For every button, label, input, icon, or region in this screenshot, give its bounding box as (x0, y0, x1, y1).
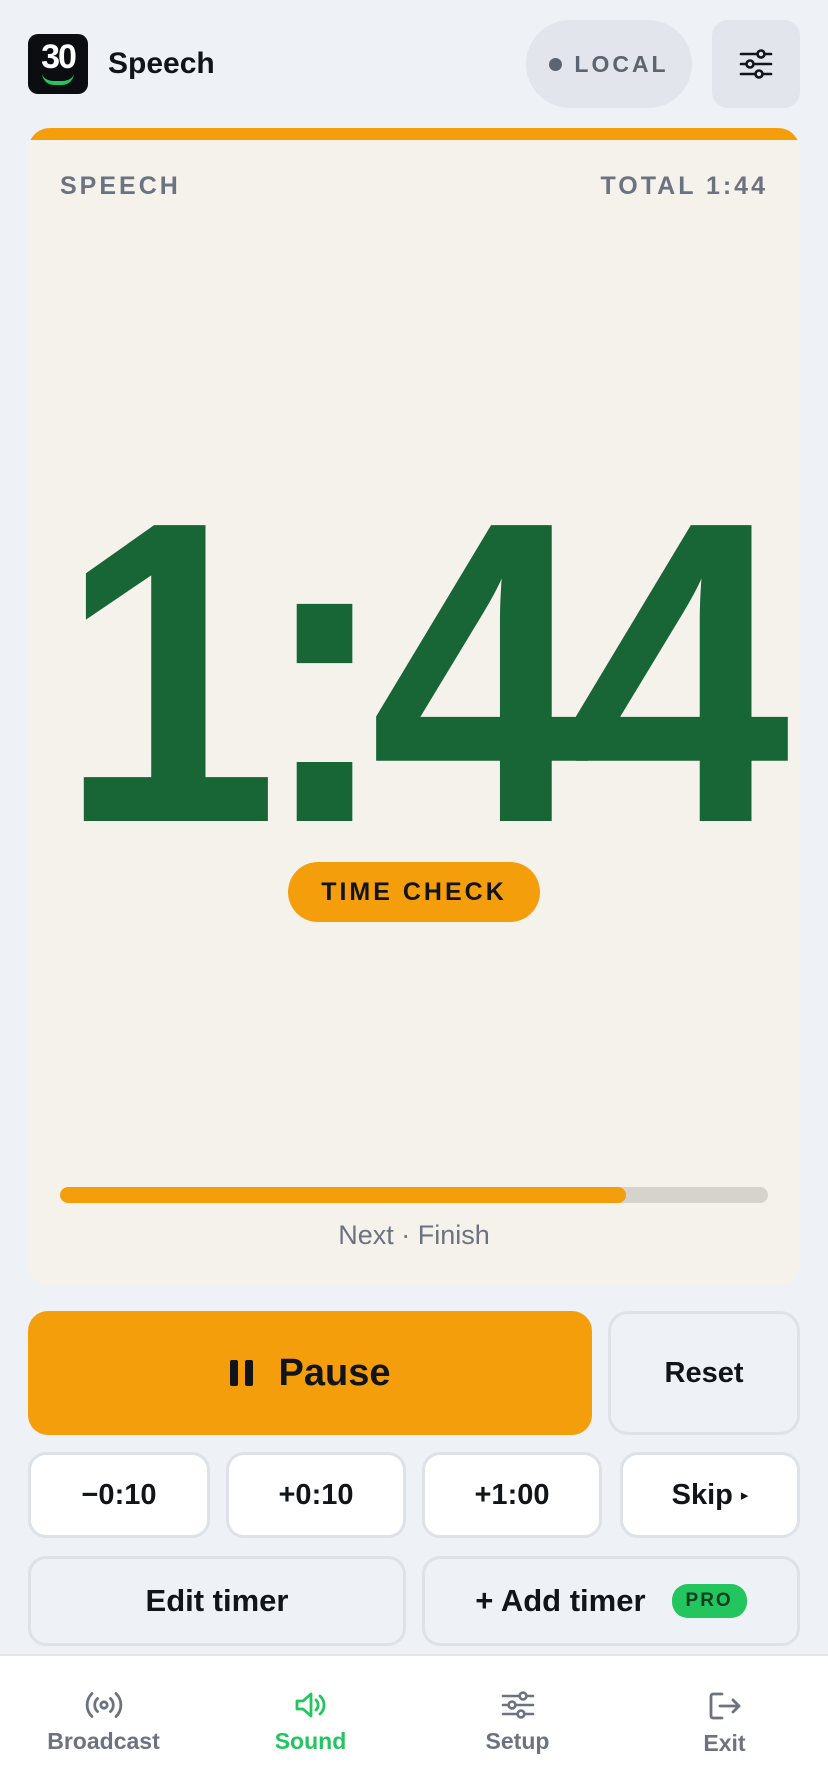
bottom-nav: Broadcast Sound Setup Exit (0, 1654, 828, 1792)
pause-icon (229, 1360, 253, 1386)
settings-button[interactable] (712, 20, 800, 108)
exit-icon (709, 1692, 740, 1720)
play-arrow-icon: ▸ (740, 1487, 749, 1504)
total-time-label: TOTAL 1:44 (600, 172, 768, 200)
remaining-time-display: 1:44 (58, 433, 790, 913)
edit-timer-button[interactable]: Edit timer (28, 1556, 406, 1646)
sliders-icon (501, 1691, 534, 1719)
logo-smile-icon (42, 73, 74, 85)
speaker-icon (295, 1692, 325, 1718)
plus-1m-button[interactable]: +1:00 (422, 1452, 602, 1538)
local-mode-label: LOCAL (574, 50, 669, 77)
nav-item-broadcast[interactable]: Broadcast (0, 1656, 207, 1792)
progress-bar (60, 1187, 768, 1203)
nav-item-sound[interactable]: Sound (207, 1656, 414, 1792)
next-segment-label: Next · Finish (338, 1220, 490, 1250)
segment-label: SPEECH (60, 172, 181, 200)
status-dot-icon (549, 57, 563, 71)
plus-10s-button[interactable]: +0:10 (226, 1452, 406, 1538)
nav-label-exit: Exit (703, 1730, 746, 1756)
app-logo: 30 (28, 34, 88, 94)
nav-label-setup: Setup (485, 1728, 550, 1754)
nav-item-exit[interactable]: Exit (621, 1656, 828, 1792)
pause-button[interactable]: Pause (28, 1311, 592, 1435)
progress-fill (60, 1187, 627, 1203)
add-timer-label: + Add timer (475, 1583, 646, 1618)
time-check-badge: TIME CHECK (288, 862, 540, 922)
nav-label-broadcast: Broadcast (47, 1728, 160, 1754)
local-mode-pill[interactable]: LOCAL (526, 20, 692, 108)
minus-10s-button[interactable]: −0:10 (28, 1452, 210, 1538)
pause-label: Pause (278, 1351, 391, 1394)
nav-label-sound: Sound (274, 1728, 347, 1754)
pro-badge: PRO (671, 1584, 747, 1618)
add-timer-button[interactable]: + Add timer PRO (422, 1556, 800, 1646)
header: 30 Speech LOCAL (0, 0, 828, 128)
app-screen: 30 Speech LOCAL SPEECH TOTAL 1:44 1:44 T… (0, 0, 828, 1792)
card-accent-bar (28, 128, 800, 140)
app-title: Speech (108, 47, 215, 80)
sliders-icon (739, 49, 773, 79)
nav-item-setup[interactable]: Setup (414, 1656, 621, 1792)
timer-card: SPEECH TOTAL 1:44 1:44 TIME CHECK Next ·… (28, 128, 800, 1286)
broadcast-icon (85, 1692, 122, 1718)
reset-button[interactable]: Reset (608, 1311, 800, 1435)
logo-number: 30 (41, 38, 77, 76)
skip-label: Skip (671, 1478, 733, 1511)
skip-button[interactable]: Skip ▸ (620, 1452, 800, 1538)
